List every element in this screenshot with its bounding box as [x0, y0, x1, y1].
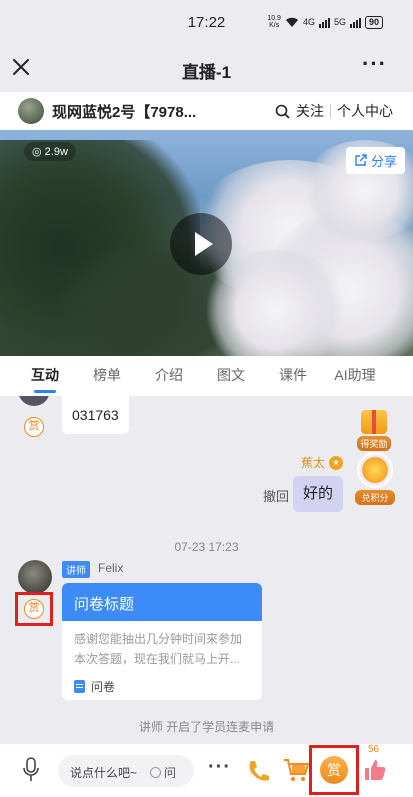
channel-bar: 现网蓝悦2号【7978... 关注 个人中心 [0, 92, 413, 130]
status-bar: 17:22 10.9 K/s 4G 5G 90 [0, 0, 413, 44]
points-button[interactable]: 兑积分 [355, 452, 395, 505]
wifi-icon [285, 17, 298, 27]
play-icon[interactable] [170, 213, 232, 275]
title-bar: 直播-1 ··· [0, 44, 413, 92]
role-tag: 讲师 [62, 561, 90, 578]
share-icon [355, 154, 367, 166]
microphone-icon[interactable] [22, 757, 40, 783]
search-icon[interactable] [275, 104, 290, 119]
status-icons: 10.9 K/s 4G 5G 90 [267, 15, 383, 29]
highlight-box [309, 745, 359, 795]
view-count: 2.9w [44, 146, 68, 158]
share-button[interactable]: 分享 [345, 147, 405, 174]
signal2-label: 5G [333, 17, 346, 27]
card-body: 感谢您能抽出几分钟时间来参加本次答题，现在我们就马上开... [74, 632, 243, 666]
chat-input[interactable]: 说点什么吧~ 问 [58, 755, 194, 787]
radio-icon [150, 767, 161, 778]
card-title: 问卷标题 [62, 583, 262, 621]
recall-button[interactable]: 撤回 [263, 486, 289, 505]
gift-icon [361, 410, 387, 434]
bottom-bar: 说点什么吧~ 问 ··· 赏 56 [0, 744, 413, 797]
channel-name[interactable]: 现网蓝悦2号【7978... [52, 101, 212, 122]
profile-link[interactable]: 个人中心 [337, 101, 393, 121]
page-title: 直播-1 [181, 63, 232, 82]
teacher-name: Felix [98, 561, 124, 575]
phone-icon[interactable] [245, 758, 271, 784]
tab-ai-assistant[interactable]: AI助理 [324, 356, 386, 396]
thumbs-up-icon[interactable] [363, 758, 387, 782]
tab-courseware[interactable]: 课件 [262, 356, 324, 396]
fire-icon: ◎ [32, 146, 42, 158]
highlight-box [15, 592, 53, 626]
cart-icon[interactable] [282, 756, 310, 784]
system-notice: 讲师 开启了学员连麦申请 [138, 720, 275, 734]
divider [330, 104, 331, 118]
close-icon[interactable] [10, 56, 32, 78]
signal2-icon [349, 17, 361, 28]
document-icon [74, 680, 85, 693]
my-message: 好的 [292, 476, 343, 512]
channel-avatar[interactable] [18, 98, 44, 124]
signal-icon [318, 17, 330, 28]
more-icon[interactable]: ··· [208, 756, 231, 779]
questionnaire-card[interactable]: 问卷标题 感谢您能抽出几分钟时间来参加本次答题，现在我们就马上开... 问卷 [62, 583, 262, 700]
like-count: 56 [368, 744, 380, 755]
more-icon[interactable]: ··· [362, 53, 387, 75]
net-speed: 10.9 K/s [267, 15, 281, 29]
chat-area[interactable]: 赏 031763 得奖励 兑积分 蕉太 ★ 撤回 好的 07-23 17:23 … [0, 396, 413, 744]
tab-bar: 互动 榜单 介绍 图文 课件 AI助理 [0, 356, 413, 396]
my-name: 蕉太 ★ [301, 454, 343, 471]
view-count-badge: ◎ 2.9w [24, 142, 76, 161]
reward-badge[interactable]: 赏 [24, 417, 44, 437]
card-footer: 问卷 [62, 671, 262, 700]
avatar[interactable] [18, 396, 50, 406]
tab-interaction[interactable]: 互动 [14, 356, 76, 396]
battery-icon: 90 [364, 15, 383, 29]
vip-icon: ★ [329, 455, 343, 470]
teacher-avatar[interactable] [18, 560, 52, 594]
tab-intro[interactable]: 介绍 [138, 356, 200, 396]
question-toggle[interactable]: 问 [150, 764, 176, 781]
star-icon [357, 452, 393, 488]
follow-button[interactable]: 关注 [296, 101, 324, 121]
signal1-label: 4G [302, 17, 315, 27]
tab-graphic[interactable]: 图文 [200, 356, 262, 396]
timestamp: 07-23 17:23 [174, 540, 239, 554]
channel-actions: 关注 个人中心 [275, 101, 393, 121]
tab-leaderboard[interactable]: 榜单 [76, 356, 138, 396]
video-player[interactable]: ◎ 2.9w 分享 [0, 130, 413, 356]
chat-message: 031763 [62, 396, 129, 434]
